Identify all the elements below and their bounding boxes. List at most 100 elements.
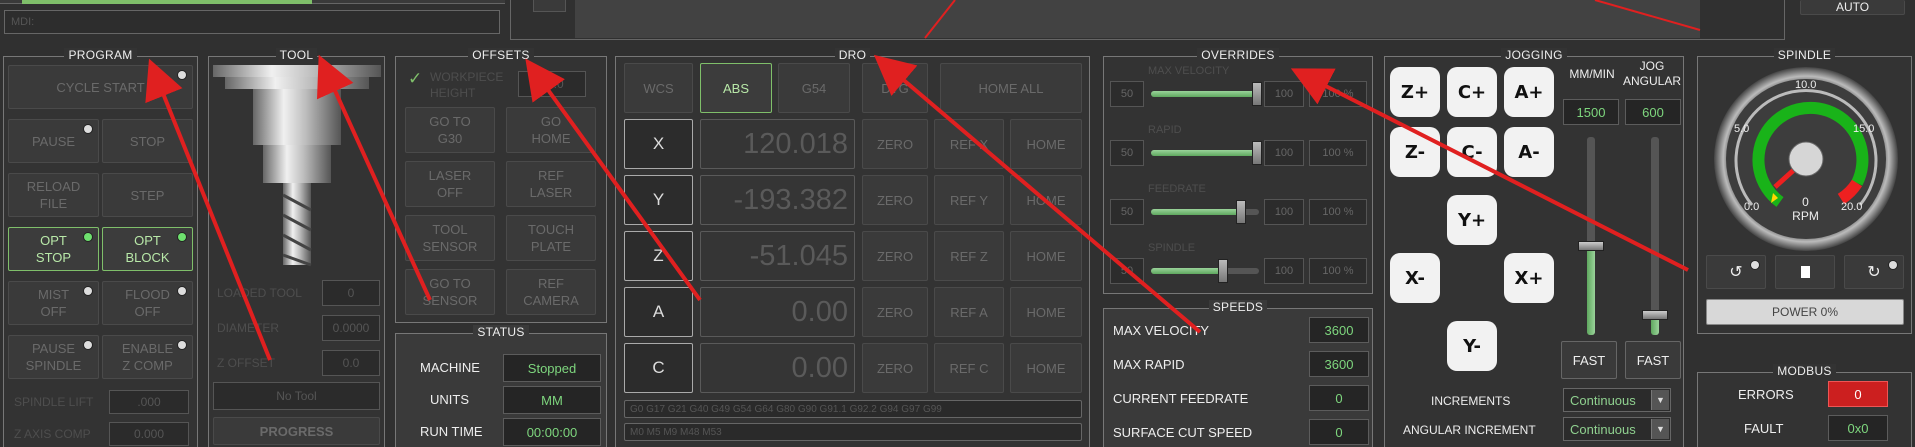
jog-c-minus-button[interactable]: C- (1447, 127, 1497, 177)
auto-button[interactable]: AUTO (1800, 0, 1905, 15)
overrides-panel: OVERRIDES MAX VELOCITY 50 100 100 % RAPID 50 1… (1103, 48, 1373, 294)
override-slider-thumb[interactable] (1218, 259, 1228, 283)
go-home-button[interactable]: GO HOME (506, 107, 596, 153)
touch-plate-button[interactable]: TOUCH PLATE (506, 215, 596, 261)
spindle-cw-button[interactable]: ↻ (1844, 255, 1904, 289)
jog-y-minus-button[interactable]: Y- (1447, 321, 1497, 371)
abs-button[interactable]: ABS (700, 63, 772, 113)
workpiece-height-field[interactable]: 20.0 (518, 71, 586, 97)
angular-jog-slider-thumb[interactable] (1642, 310, 1668, 320)
cycle-start-button[interactable]: CYCLE START (8, 65, 193, 109)
override-slider-thumb[interactable] (1252, 141, 1262, 165)
diameter-field[interactable]: 0.0000 (322, 315, 380, 341)
fast-angular-button[interactable]: FAST (1625, 341, 1681, 379)
jog-y-plus-button[interactable]: Y+ (1447, 195, 1497, 245)
axis-c-button[interactable]: C (624, 343, 693, 393)
axis-x-button[interactable]: X (624, 119, 693, 169)
axis-z-button[interactable]: Z (624, 231, 693, 281)
offsets-panel: OFFSETS ✓ WORKPIECE HEIGHT 20.0 GO TO G3… (395, 48, 607, 323)
mm-min-field[interactable]: 1500 (1563, 99, 1619, 125)
jog-z-plus-button[interactable]: Z+ (1390, 67, 1440, 117)
wcs-button[interactable]: WCS (624, 63, 693, 113)
override-value[interactable]: 100 % (1309, 199, 1367, 225)
ref-camera-button[interactable]: REF CAMERA (506, 269, 596, 315)
step-button[interactable]: STEP (102, 173, 193, 217)
override-slider-thumb[interactable] (1252, 82, 1262, 106)
max-velocity-label: MAX VELOCITY (1113, 323, 1210, 338)
flood-off-button[interactable]: FLOOD OFF (102, 281, 193, 325)
override-value[interactable]: 100 % (1309, 81, 1367, 107)
spindle-ccw-led (1751, 261, 1759, 269)
dtg-button[interactable]: DTG (862, 63, 928, 113)
pause-spindle-button[interactable]: PAUSE SPINDLE (8, 335, 99, 379)
jog-a-plus-button[interactable]: A+ (1504, 67, 1554, 117)
spindle-stop-button[interactable] (1775, 255, 1835, 289)
override-slider-fill (1151, 209, 1241, 215)
override-value[interactable]: 100 % (1309, 258, 1367, 284)
go-to-sensor-button[interactable]: GO TO SENSOR (405, 269, 495, 315)
override-value[interactable]: 100 % (1309, 140, 1367, 166)
axis-a-dro[interactable]: 0.00 (700, 287, 855, 337)
tool-sensor-button[interactable]: TOOL SENSOR (405, 215, 495, 261)
zero-c-button[interactable]: ZERO (862, 343, 928, 393)
override-slider-thumb[interactable] (1236, 200, 1246, 224)
laser-off-button[interactable]: LASER OFF (405, 161, 495, 207)
home-z-button[interactable]: HOME (1010, 231, 1082, 281)
zero-z-button[interactable]: ZERO (862, 231, 928, 281)
mist-off-button[interactable]: MIST OFF (8, 281, 99, 325)
spindle-rpm-gauge (1714, 67, 1898, 251)
pause-button[interactable]: PAUSE (8, 119, 99, 163)
jog-a-minus-button[interactable]: A- (1504, 127, 1554, 177)
ref-z-button[interactable]: REF Z (934, 231, 1004, 281)
go-to-g30-button[interactable]: GO TO G30 (405, 107, 495, 153)
axis-c-dro[interactable]: 0.00 (700, 343, 855, 393)
ref-c-button[interactable]: REF C (934, 343, 1004, 393)
zero-y-button[interactable]: ZERO (862, 175, 928, 225)
max-velocity-value: 3600 (1309, 317, 1369, 343)
enable-z-comp-button[interactable]: ENABLE Z COMP (102, 335, 193, 379)
workpiece-height-checkbox[interactable]: ✓ (408, 69, 422, 89)
angular-jog-slider-track[interactable] (1642, 137, 1668, 335)
spindle-lift-field[interactable]: .000 (109, 390, 189, 414)
fast-linear-button[interactable]: FAST (1561, 341, 1617, 379)
axis-a-button[interactable]: A (624, 287, 693, 337)
home-y-button[interactable]: HOME (1010, 175, 1082, 225)
ref-a-button[interactable]: REF A (934, 287, 1004, 337)
opt-block-button[interactable]: OPT BLOCK (102, 227, 193, 271)
home-x-button[interactable]: HOME (1010, 119, 1082, 169)
jog-x-minus-button[interactable]: X- (1390, 253, 1440, 303)
ref-y-button[interactable]: REF Y (934, 175, 1004, 225)
cycle-start-led (178, 71, 186, 79)
zero-x-button[interactable]: ZERO (862, 119, 928, 169)
jog-z-minus-button[interactable]: Z- (1390, 127, 1440, 177)
jog-x-plus-button[interactable]: X+ (1504, 253, 1554, 303)
opt-stop-button[interactable]: OPT STOP (8, 227, 99, 271)
zero-a-button[interactable]: ZERO (862, 287, 928, 337)
jog-angular-field[interactable]: 600 (1625, 99, 1681, 125)
increments-select[interactable]: Continuous ▼ (1563, 388, 1671, 412)
workpiece-height-label: WORKPIECE HEIGHT (430, 70, 504, 100)
angular-increment-select[interactable]: Continuous ▼ (1563, 417, 1671, 441)
reload-file-button[interactable]: RELOAD FILE (8, 173, 99, 217)
linear-jog-slider-track[interactable] (1578, 137, 1604, 335)
axis-x-dro[interactable]: 120.018 (700, 119, 855, 169)
g54-button[interactable]: G54 (778, 63, 850, 113)
mdi-input[interactable]: MDI: (4, 10, 500, 34)
ref-laser-button[interactable]: REF LASER (506, 161, 596, 207)
axis-y-button[interactable]: Y (624, 175, 693, 225)
home-all-button[interactable]: HOME ALL (940, 63, 1082, 113)
home-c-button[interactable]: HOME (1010, 343, 1082, 393)
loaded-tool-field[interactable]: 0 (322, 280, 380, 306)
z-axis-comp-field[interactable]: 0.000 (109, 422, 189, 446)
ref-x-button[interactable]: REF X (934, 119, 1004, 169)
z-offset-field[interactable]: 0.0 (322, 350, 380, 376)
jog-c-plus-button[interactable]: C+ (1447, 67, 1497, 117)
spindle-ccw-button[interactable]: ↺ (1706, 255, 1766, 289)
axis-y-dro[interactable]: -193.382 (700, 175, 855, 225)
z-comp-led (178, 341, 186, 349)
preview-toggle-button[interactable] (533, 0, 566, 12)
stop-button[interactable]: STOP (102, 119, 193, 163)
axis-z-dro[interactable]: -51.045 (700, 231, 855, 281)
home-a-button[interactable]: HOME (1010, 287, 1082, 337)
linear-jog-slider-thumb[interactable] (1578, 241, 1604, 251)
